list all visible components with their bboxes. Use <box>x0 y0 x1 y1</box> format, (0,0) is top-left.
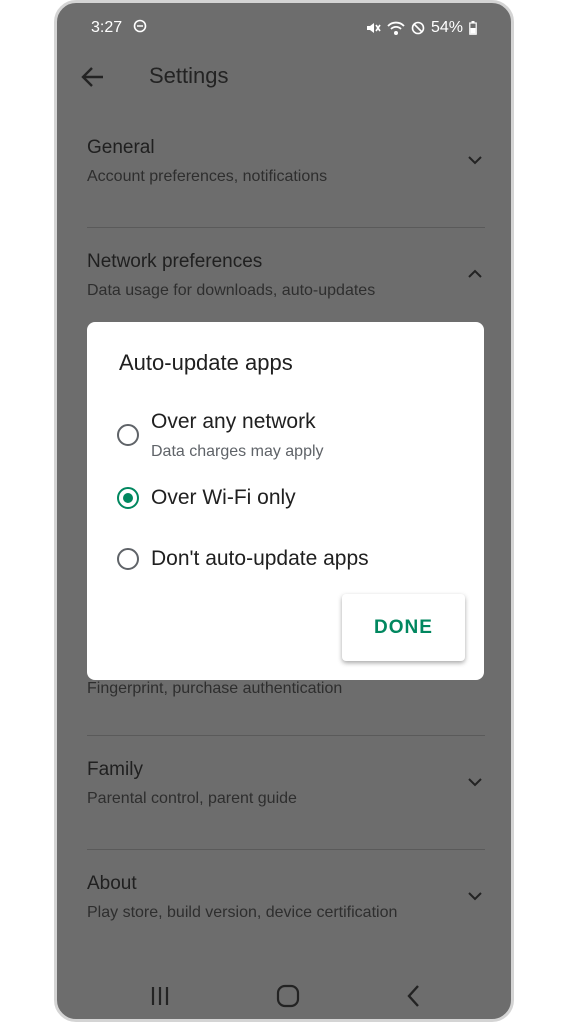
status-icons: 54% <box>365 19 477 37</box>
phone-frame: 3:27 54% Settings General Account prefer… <box>54 0 514 1022</box>
app-bar: Settings <box>57 51 511 107</box>
setting-subtitle: Data usage for downloads, auto-updates <box>87 282 376 299</box>
option-label: Over Wi-Fi only <box>151 486 296 509</box>
radio-button-unchecked[interactable] <box>117 424 139 446</box>
wifi-icon <box>387 21 405 35</box>
recents-icon[interactable] <box>145 981 175 1011</box>
chevron-down-icon <box>468 778 482 787</box>
radio-button-checked[interactable] <box>117 487 139 509</box>
status-time: 3:27 <box>91 19 123 36</box>
back-arrow-icon[interactable] <box>79 63 107 91</box>
battery-percent: 54% <box>430 19 463 36</box>
auto-update-dialog: Auto-update apps Over any network Data c… <box>87 322 484 680</box>
setting-title: Network preferences <box>87 251 263 272</box>
navigation-bar <box>57 963 511 1019</box>
option-dont-auto-update[interactable]: Don't auto-update apps <box>117 547 464 587</box>
radio-button-unchecked[interactable] <box>117 548 139 570</box>
setting-title: About <box>87 873 137 894</box>
setting-subtitle: Parental control, parent guide <box>87 790 297 807</box>
setting-subtitle: Fingerprint, purchase authentication <box>87 680 343 697</box>
setting-subtitle: Play store, build version, device certif… <box>87 904 398 921</box>
option-label: Don't auto-update apps <box>151 547 369 570</box>
option-sublabel: Data charges may apply <box>151 443 324 460</box>
chevron-up-icon <box>468 269 482 278</box>
done-button[interactable]: DONE <box>342 594 465 661</box>
option-over-any-network[interactable]: Over any network Data charges may apply <box>117 410 464 470</box>
setting-about[interactable]: About Play store, build version, device … <box>87 849 485 963</box>
setting-title: General <box>87 137 155 158</box>
page-title: Settings <box>149 63 229 88</box>
setting-general[interactable]: General Account preferences, notificatio… <box>87 113 485 227</box>
home-icon[interactable] <box>273 981 303 1011</box>
chevron-down-icon <box>468 156 482 165</box>
back-icon[interactable] <box>399 981 429 1011</box>
blocked-icon <box>411 21 425 35</box>
setting-family[interactable]: Family Parental control, parent guide <box>87 735 485 849</box>
status-bar: 3:27 54% <box>57 3 511 51</box>
setting-subtitle: Account preferences, notifications <box>87 168 328 185</box>
mute-icon <box>366 23 381 33</box>
battery-icon <box>469 21 477 35</box>
option-label: Over any network <box>151 410 316 433</box>
chevron-down-icon <box>468 892 482 901</box>
dialog-title: Auto-update apps <box>119 350 293 375</box>
option-over-wifi-only[interactable]: Over Wi-Fi only <box>117 486 464 526</box>
do-not-disturb-icon <box>133 19 147 33</box>
setting-title: Family <box>87 759 143 780</box>
